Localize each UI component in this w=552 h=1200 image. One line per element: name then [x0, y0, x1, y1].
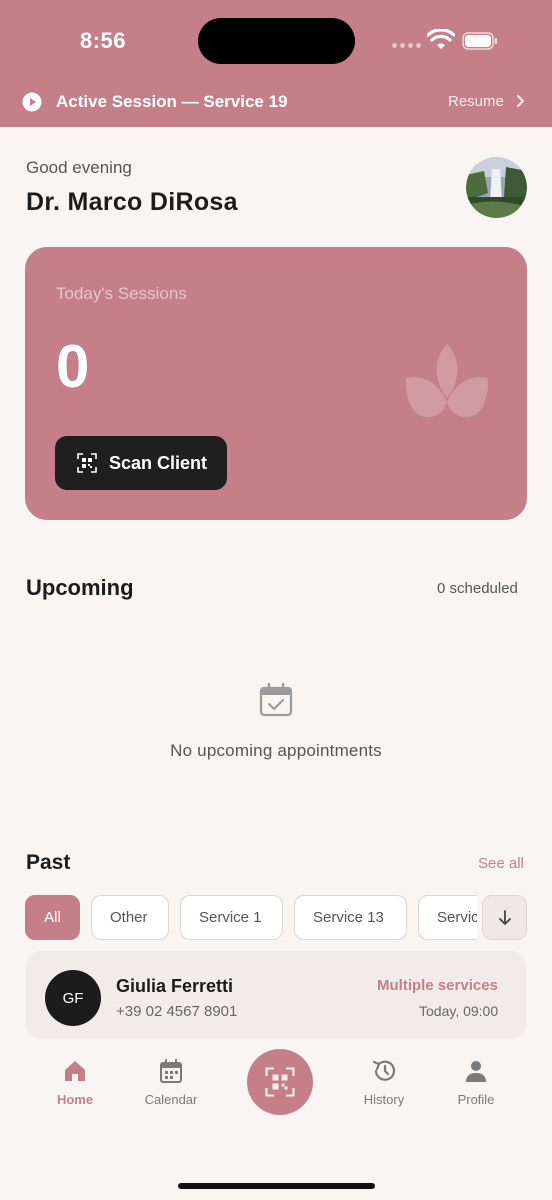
lotus-icon — [406, 344, 488, 418]
active-session-label: Active Session — Service 19 — [56, 92, 288, 111]
play-icon — [22, 92, 42, 112]
see-all-link[interactable]: See all — [478, 855, 524, 872]
tab-calendar[interactable]: Calendar — [126, 1058, 216, 1107]
client-name: Giulia Ferretti — [116, 976, 234, 996]
filter-chips: All Other Service 1 Service 13 Servic — [25, 895, 477, 941]
scan-fab-button[interactable] — [247, 1049, 313, 1115]
filter-chip-other[interactable]: Other — [91, 895, 169, 940]
client-phone: +39 02 4567 8901 — [116, 1003, 238, 1020]
tab-calendar-label: Calendar — [144, 1092, 198, 1107]
qr-scan-icon — [265, 1067, 295, 1097]
chevron-right-icon[interactable] — [514, 94, 526, 108]
qr-scan-icon — [77, 453, 97, 473]
scan-client-button[interactable]: Scan Client — [55, 436, 227, 490]
sessions-count: 0 — [56, 333, 90, 400]
tab-home[interactable]: Home — [30, 1058, 120, 1107]
filter-chip-service-1[interactable]: Service 1 — [180, 895, 283, 940]
scan-client-label: Scan Client — [109, 452, 208, 473]
sessions-label: Today's Sessions — [56, 284, 187, 303]
empty-state-text: No upcoming appointments — [170, 741, 382, 760]
client-avatar: GF — [45, 970, 101, 1026]
resume-button[interactable]: Resume — [448, 93, 504, 110]
upcoming-heading: Upcoming — [26, 575, 134, 600]
filter-chip-all[interactable]: All — [25, 895, 80, 940]
avatar[interactable] — [466, 157, 527, 218]
tab-profile[interactable]: Profile — [431, 1058, 521, 1107]
status-time: 8:56 — [80, 28, 127, 53]
battery-icon — [462, 32, 497, 50]
signal-icon — [392, 43, 421, 48]
sort-button[interactable] — [482, 895, 527, 940]
tab-profile-label: Profile — [457, 1092, 495, 1107]
tab-home-label: Home — [56, 1092, 94, 1107]
dynamic-island — [198, 18, 355, 64]
client-service: Multiple services — [377, 977, 498, 994]
client-time: Today, 09:00 — [419, 1003, 499, 1019]
client-card[interactable] — [26, 951, 526, 1039]
tab-history[interactable]: History — [339, 1058, 429, 1107]
tab-history-label: History — [363, 1092, 405, 1107]
arrow-down-icon — [498, 909, 511, 925]
scheduled-count: 0 scheduled — [437, 580, 518, 597]
user-name: Dr. Marco DiRosa — [26, 188, 238, 216]
calendar-check-icon — [259, 682, 293, 717]
calendar-icon — [160, 1059, 182, 1083]
person-icon — [466, 1061, 486, 1082]
history-icon — [372, 1060, 396, 1081]
greeting-text: Good evening — [26, 158, 132, 177]
filter-chip-service-13[interactable]: Service 13 — [294, 895, 407, 940]
home-icon — [65, 1061, 85, 1081]
past-heading: Past — [26, 851, 71, 874]
wifi-icon — [427, 29, 455, 49]
filter-chip-service[interactable]: Servic — [418, 895, 477, 940]
home-indicator — [178, 1183, 375, 1189]
